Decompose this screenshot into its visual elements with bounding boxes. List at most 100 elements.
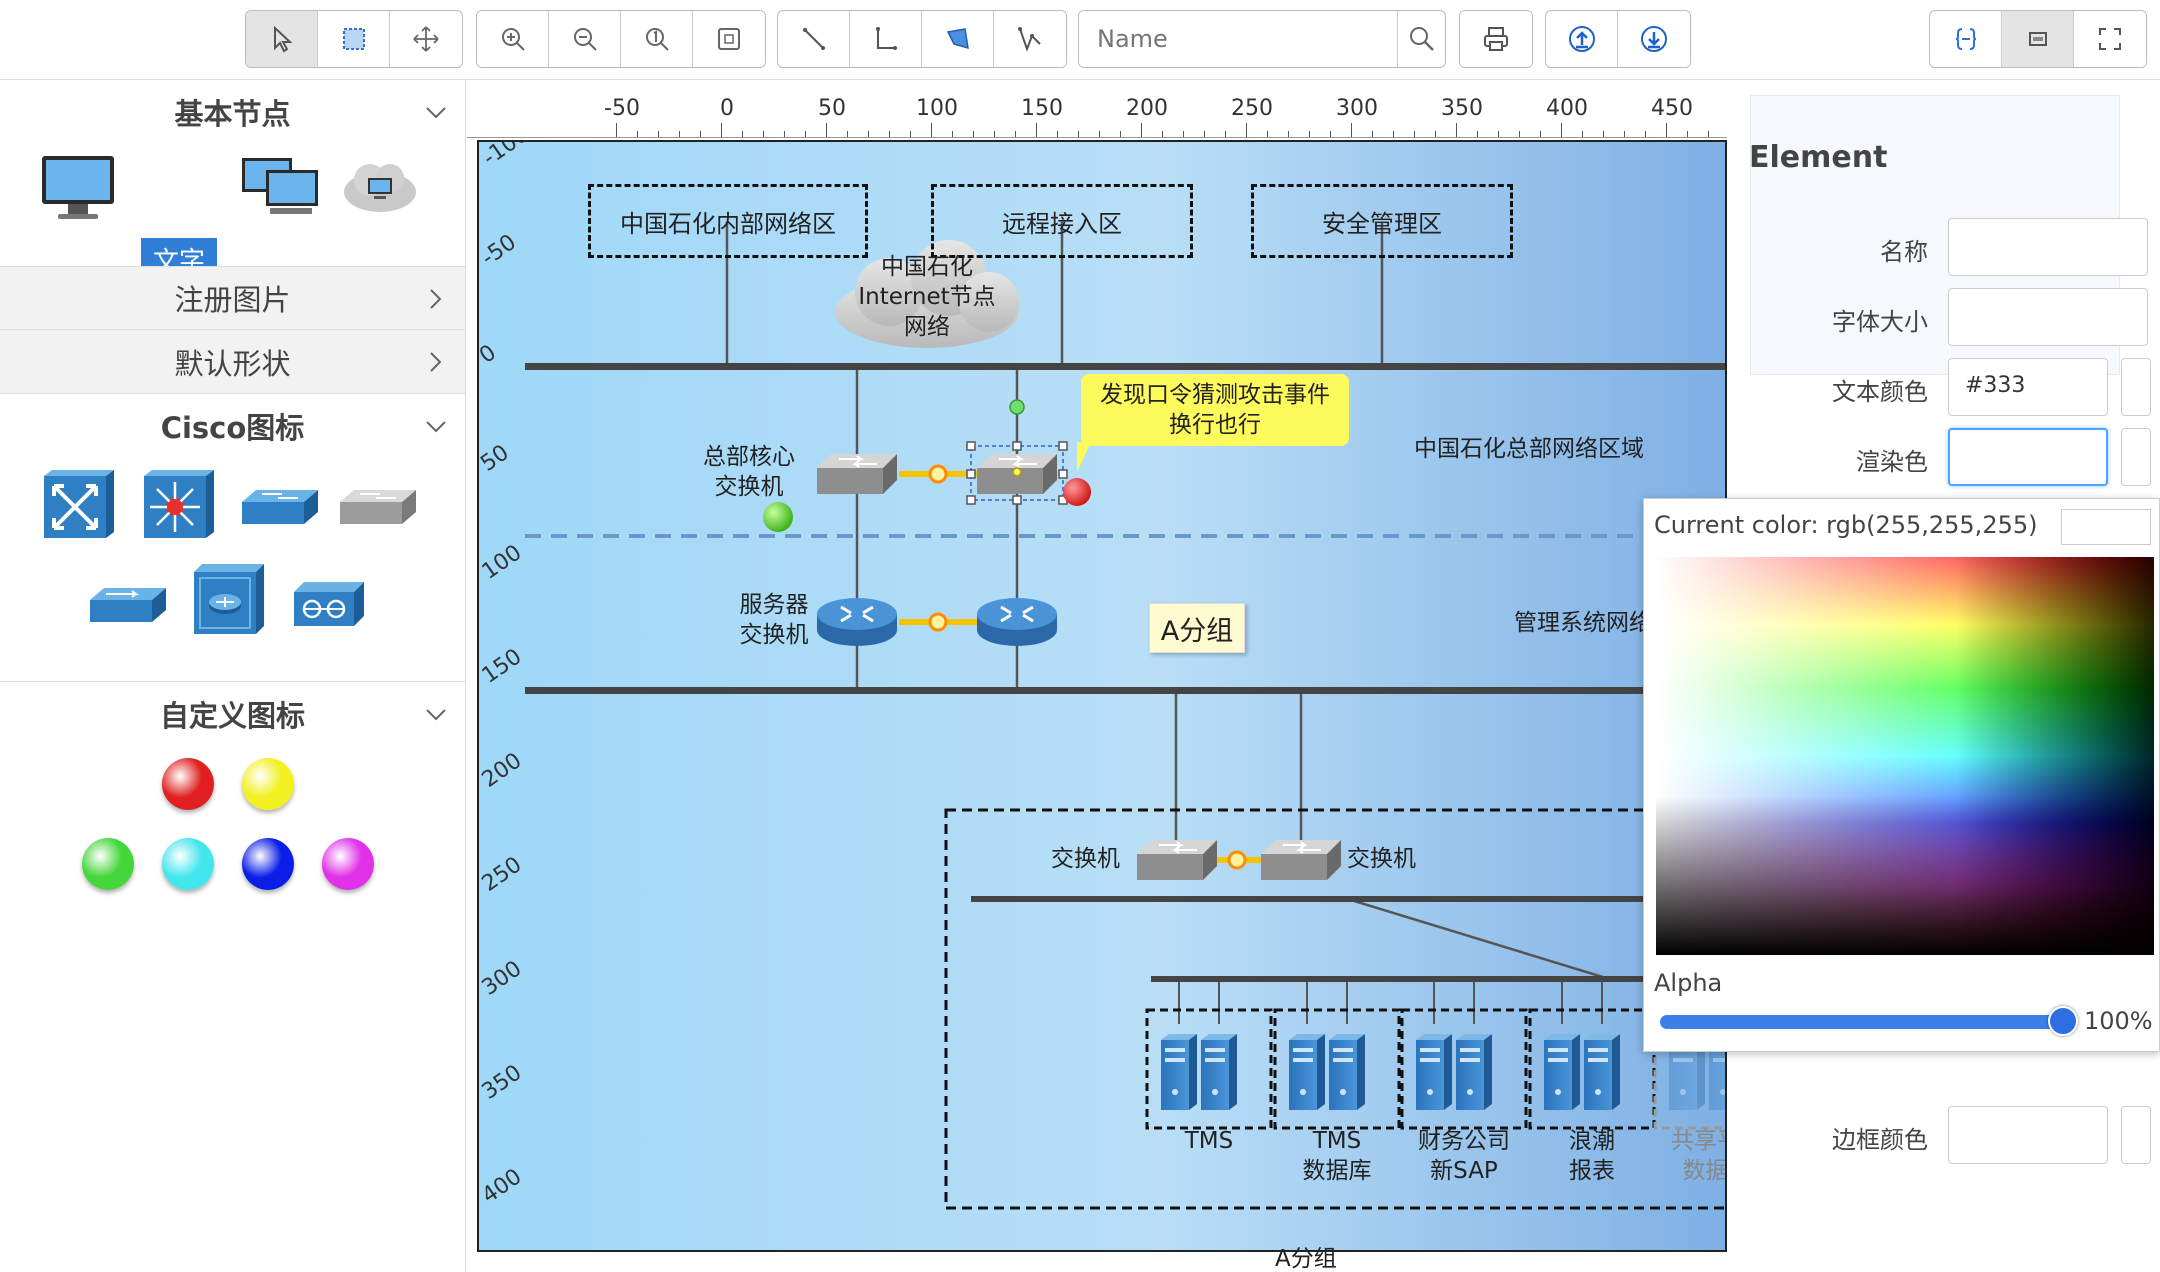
ruler-x-minor-tick — [952, 131, 953, 137]
name-label: 名称 — [1880, 238, 1928, 266]
group-switch-left[interactable] — [1136, 839, 1218, 881]
print-button[interactable] — [1460, 11, 1532, 67]
server-icon[interactable] — [1416, 1034, 1452, 1110]
hub-icon[interactable] — [88, 582, 168, 628]
server-router-right[interactable] — [975, 596, 1059, 648]
font-size-input[interactable] — [1948, 288, 2148, 346]
server-switch-link[interactable] — [899, 612, 979, 632]
diagram-canvas[interactable]: -100 -50 0 50 100 150 200 250 300 350 400 中国石化内部网络… — [477, 140, 1727, 1252]
core-switch-left[interactable] — [816, 453, 898, 495]
group-note[interactable]: A分组 — [1149, 603, 1245, 653]
zoom-in-button[interactable] — [477, 11, 549, 67]
ruler-x-label: 250 — [1231, 96, 1273, 121]
ruler-x-minor-tick — [1015, 131, 1016, 137]
toggle-panel-button[interactable] — [2002, 11, 2074, 67]
server-icon[interactable] — [1161, 1034, 1197, 1110]
server-icon[interactable] — [1289, 1034, 1325, 1110]
ruler-x-minor-tick — [1498, 131, 1499, 137]
ruler-x-minor-tick — [1603, 131, 1604, 137]
custom-ball-icon[interactable] — [162, 838, 214, 890]
ruler-x-label: 350 — [1441, 96, 1483, 121]
server-router-left[interactable] — [815, 596, 899, 648]
create-polyline-button[interactable] — [994, 11, 1066, 67]
custom-ball-icon[interactable] — [242, 758, 294, 810]
group-network-bar[interactable] — [971, 896, 1727, 902]
basic-nodes-header[interactable]: 基本节点 — [0, 80, 465, 144]
code-braces-icon — [1955, 28, 1976, 50]
top-network-bar[interactable] — [525, 363, 1727, 370]
alpha-slider-track[interactable] — [1660, 1015, 2060, 1029]
gray-switch-icon[interactable] — [338, 484, 418, 530]
register-images-header[interactable]: 注册图片 — [0, 266, 465, 330]
custom-icons-header[interactable]: 自定义图标 — [0, 682, 465, 746]
ruler-x-minor-tick — [805, 131, 806, 137]
server-icon[interactable] — [1584, 1034, 1620, 1110]
status-ball-red[interactable] — [1063, 478, 1091, 506]
zoom-reset-button[interactable] — [621, 11, 693, 67]
zoom-overview-button[interactable] — [693, 11, 765, 67]
pointer-tool-button[interactable] — [246, 11, 318, 67]
server-icon[interactable] — [1201, 1034, 1237, 1110]
cloud-computer-icon[interactable] — [340, 154, 420, 218]
text-color-input[interactable]: #333 — [1948, 358, 2108, 416]
ruler-x-minor-tick — [1372, 131, 1373, 137]
custom-ball-icon[interactable] — [242, 838, 294, 890]
ruler-x-minor-tick — [1477, 131, 1478, 137]
default-shapes-header[interactable]: 默认形状 — [0, 330, 465, 394]
zone-security-management[interactable]: 安全管理区 — [1251, 184, 1513, 258]
router-cube-icon[interactable] — [190, 562, 266, 638]
monitor-icon[interactable] — [38, 152, 118, 226]
search-box — [1078, 10, 1446, 68]
render-color-swatch[interactable] — [2121, 428, 2151, 486]
render-color-input[interactable] — [1948, 428, 2108, 486]
status-ball-green[interactable] — [763, 502, 793, 532]
color-spectrum[interactable] — [1656, 557, 2154, 955]
server-icon[interactable] — [1329, 1034, 1365, 1110]
ruler-x-minor-tick — [1162, 131, 1163, 137]
create-ortho-edge-button[interactable] — [850, 11, 922, 67]
custom-ball-icon[interactable] — [162, 758, 214, 810]
atm-router-icon[interactable] — [290, 578, 366, 630]
import-button[interactable] — [1618, 11, 1690, 67]
zoom-out-button[interactable] — [549, 11, 621, 67]
atm-switch-icon[interactable] — [40, 468, 116, 544]
basic-nodes-title: 基本节点 — [174, 97, 291, 131]
text-color-label: 文本颜色 — [1832, 378, 1928, 406]
mid-network-bar[interactable] — [525, 687, 1727, 694]
server-icon[interactable] — [1544, 1034, 1580, 1110]
alert-tooltip[interactable]: 发现口令猜测攻击事件 换行也行 — [1081, 374, 1349, 446]
server-icon[interactable] — [1456, 1034, 1492, 1110]
text-color-swatch[interactable] — [2121, 358, 2151, 416]
cisco-icons-header[interactable]: Cisco图标 — [0, 394, 465, 458]
group-switch-right-label: 交换机 — [1347, 846, 1416, 872]
fullscreen-button[interactable] — [2074, 11, 2146, 67]
marquee-select-icon — [342, 28, 365, 50]
export-button[interactable] — [1546, 11, 1618, 67]
json-view-button[interactable] — [1930, 11, 2002, 67]
current-color-swatch — [2061, 509, 2151, 545]
search-input[interactable] — [1079, 11, 1397, 67]
name-input[interactable] — [1948, 218, 2148, 276]
server-network-bar[interactable] — [1151, 976, 1727, 982]
zone-remote-access[interactable]: 远程接入区 — [931, 184, 1193, 258]
create-edge-button[interactable] — [778, 11, 850, 67]
ruler-x-minor-tick — [1183, 131, 1184, 137]
border-color-swatch[interactable] — [2121, 1106, 2151, 1164]
rubber-band-select-button[interactable] — [318, 11, 390, 67]
zoom-tool-group — [476, 10, 766, 68]
polygon-shape-icon — [946, 28, 969, 50]
custom-ball-icon[interactable] — [82, 838, 134, 890]
group-switch-right[interactable] — [1260, 839, 1342, 881]
workstation-icon[interactable] — [240, 154, 322, 218]
import-export-group — [1545, 10, 1691, 68]
workgroup-switch-icon[interactable] — [240, 484, 320, 530]
multilayer-switch-icon[interactable] — [140, 468, 216, 544]
border-color-input[interactable] — [1948, 1106, 2108, 1164]
zone-internal-network[interactable]: 中国石化内部网络区 — [588, 184, 868, 258]
alpha-slider-handle[interactable] — [2048, 1006, 2078, 1036]
custom-ball-icon[interactable] — [322, 838, 374, 890]
create-shape-button[interactable] — [922, 11, 994, 67]
register-images-title: 注册图片 — [174, 283, 291, 317]
pan-tool-button[interactable] — [390, 11, 462, 67]
search-button[interactable] — [1397, 11, 1445, 67]
